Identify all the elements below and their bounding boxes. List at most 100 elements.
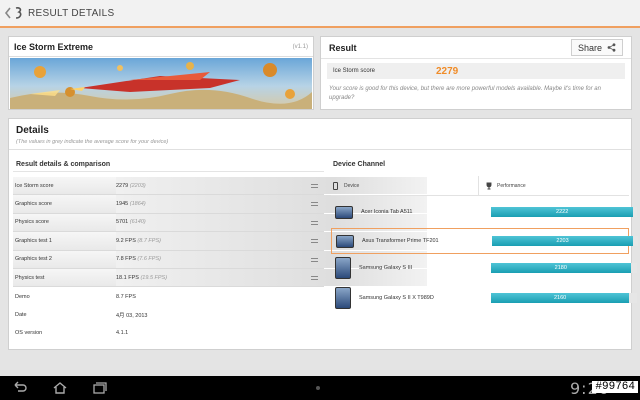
expand-icon[interactable]	[311, 256, 318, 263]
device-row[interactable]: Samsung Galaxy S II X T989D 2160	[331, 285, 637, 311]
row-label: Graphics test 1	[15, 237, 52, 244]
performance-bar: 2222	[491, 207, 637, 217]
row-label: OS version	[15, 330, 43, 337]
row-average: (6140)	[129, 219, 146, 226]
row-value: 4.1.1	[116, 330, 129, 337]
system-nav-bar: 9:20 #99764	[0, 376, 640, 400]
table-row: Demo 8.7 FPS	[13, 287, 324, 305]
performance-fill: 2180	[491, 263, 631, 273]
expand-icon[interactable]	[311, 182, 318, 189]
performance-score: 2180	[554, 265, 567, 271]
table-row[interactable]: Ice Storm score 2279 (2203)	[13, 177, 427, 196]
device-channel-heading: Device Channel	[333, 161, 386, 168]
row-label: Physics test	[15, 274, 45, 281]
details-subtitle: (The values in grey indicate the average…	[16, 139, 169, 145]
test-version: (v1.1)	[292, 43, 308, 50]
back-icon[interactable]	[12, 381, 28, 395]
device-thumbnail	[336, 234, 354, 248]
expand-icon[interactable]	[311, 200, 318, 207]
expand-icon[interactable]	[311, 219, 318, 226]
performance-score: 2160	[554, 295, 567, 301]
result-title: Result	[329, 42, 357, 53]
performance-fill: 2222	[491, 207, 634, 217]
watermark-tag: #99764	[592, 381, 638, 393]
row-label: Ice Storm score	[15, 182, 54, 189]
test-banner-image	[10, 58, 312, 109]
share-label: Share	[577, 42, 602, 53]
comparison-heading: Result details & comparison	[16, 161, 111, 168]
test-name: Ice Storm Extreme	[14, 41, 94, 52]
back-icon[interactable]	[2, 0, 14, 27]
device-thumbnail	[335, 287, 351, 309]
score-label: Ice Storm score	[333, 68, 376, 74]
performance-bar: 2203	[492, 236, 638, 246]
result-card: Result Share Ice Storm score 2279 Your s…	[320, 36, 632, 110]
result-header: Result Share	[321, 37, 631, 59]
test-header: Ice Storm Extreme (v1.1)	[9, 37, 313, 57]
row-average: (19.5 FPS)	[140, 274, 168, 281]
divider	[13, 171, 324, 172]
table-row[interactable]: Graphics test 2 7.8 FPS (7.6 FPS)	[13, 250, 427, 269]
details-card: Details (The values in grey indicate the…	[8, 118, 638, 350]
row-value: 4月 03, 2013	[116, 312, 148, 319]
performance-fill: 2203	[492, 236, 634, 246]
performance-bar: 2180	[491, 263, 637, 273]
app-logo-icon[interactable]	[14, 6, 24, 20]
table-row: OS version 4.1.1	[13, 324, 324, 342]
device-name: Asus Transformer Prime TF201	[362, 238, 439, 244]
recent-apps-icon[interactable]	[92, 381, 108, 395]
table-row[interactable]: Graphics score 1945 (1864)	[13, 195, 427, 214]
result-message: Your score is good for this device, but …	[329, 86, 601, 101]
phone-icon	[333, 181, 338, 190]
details-title: Details	[16, 125, 49, 136]
row-label: Physics score	[15, 219, 49, 226]
device-name: Acer Iconia Tab A511	[361, 209, 413, 215]
home-icon[interactable]	[52, 381, 68, 395]
row-label: Date	[15, 311, 27, 318]
row-label: Demo	[15, 293, 30, 300]
expand-icon[interactable]	[311, 237, 318, 244]
details-table: Ice Storm score 2279 (2203) Graphics sco…	[13, 177, 427, 343]
divider	[9, 149, 631, 150]
device-column-header: Device	[344, 182, 360, 189]
device-thumbnail	[335, 205, 353, 219]
device-thumbnail	[335, 257, 351, 279]
performance-score: 2203	[556, 238, 569, 244]
row-value: 7.8 FPS	[116, 256, 136, 263]
action-bar: RESULT DETAILS	[0, 0, 640, 28]
row-average: (1864)	[129, 201, 146, 208]
row-average: (2203)	[129, 182, 146, 189]
performance-fill: 2160	[491, 293, 630, 303]
performance-column-header: Performance	[497, 182, 526, 189]
device-name: Samsung Galaxy S II X T989D	[359, 295, 434, 301]
table-row[interactable]: Physics score 5701 (6140)	[13, 213, 427, 233]
device-row[interactable]: Samsung Galaxy S III 2180	[331, 255, 637, 281]
device-name: Samsung Galaxy S III	[359, 265, 413, 271]
row-value: 8.7 FPS	[116, 293, 136, 300]
row-label: Graphics test 2	[15, 256, 52, 263]
table-row[interactable]: Graphics test 1 9.2 FPS (8.7 FPS)	[13, 232, 427, 251]
share-button[interactable]: Share	[570, 39, 623, 56]
row-value: 5701	[116, 219, 129, 226]
row-value: 1945	[116, 201, 129, 208]
share-icon	[607, 43, 616, 52]
performance-score: 2222	[556, 209, 569, 215]
device-row[interactable]: Acer Iconia Tab A511 2222	[331, 199, 637, 225]
row-average: (8.7 FPS)	[137, 237, 161, 244]
row-average: (7.6 FPS)	[137, 256, 161, 263]
menu-dot-icon[interactable]	[316, 386, 320, 390]
table-row: Date 4月 03, 2013	[13, 306, 324, 324]
performance-bar: 2160	[491, 293, 637, 303]
row-value: 2279	[116, 182, 129, 189]
page-title: RESULT DETAILS	[28, 7, 115, 19]
row-value: 18.1 FPS	[116, 274, 139, 281]
trophy-icon	[486, 182, 492, 189]
expand-icon[interactable]	[311, 274, 318, 281]
table-row[interactable]: Physics test 18.1 FPS (19.5 FPS)	[13, 268, 427, 288]
row-label: Graphics score	[15, 201, 52, 208]
device-channel-header: Device Performance	[331, 176, 629, 196]
test-card: Ice Storm Extreme (v1.1)	[8, 36, 314, 110]
row-value: 9.2 FPS	[116, 237, 136, 244]
device-row-current[interactable]: Asus Transformer Prime TF201 2203	[331, 228, 638, 254]
score-value: 2279	[436, 65, 459, 77]
